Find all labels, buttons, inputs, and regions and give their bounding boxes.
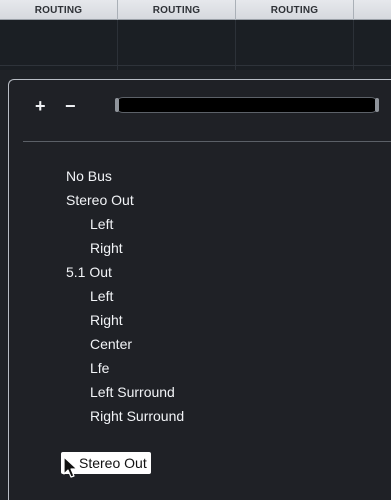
routing-column-header-4[interactable] [354, 0, 391, 20]
list-item-stereo-left[interactable]: Left [9, 212, 391, 236]
add-button[interactable]: + [35, 96, 46, 116]
remove-button[interactable]: − [65, 96, 76, 116]
grid-divider [0, 65, 391, 66]
routing-cell-2[interactable] [118, 20, 236, 70]
list-item-no-bus[interactable]: No Bus [9, 164, 391, 188]
drag-preview-label: Stereo Out [79, 455, 147, 471]
list-item-5-1-left[interactable]: Left [9, 284, 391, 308]
popup-divider [23, 141, 391, 142]
list-item-5-1-lfe[interactable]: Lfe [9, 356, 391, 380]
routing-grid [0, 20, 391, 70]
list-item-5-1-center[interactable]: Center [9, 332, 391, 356]
arrow-cursor-icon [63, 456, 78, 478]
routing-cell-1[interactable] [0, 20, 118, 70]
routing-cell-3[interactable] [236, 20, 354, 70]
routing-column-header-1[interactable]: ROUTING [0, 0, 118, 20]
routing-cell-4[interactable] [354, 20, 391, 70]
search-input[interactable] [115, 97, 379, 113]
list-item-5-1-right[interactable]: Right [9, 308, 391, 332]
routing-header-row: ROUTING ROUTING ROUTING [0, 0, 391, 20]
list-item-5-1-right-surround[interactable]: Right Surround [9, 404, 391, 428]
routing-column-header-2[interactable]: ROUTING [118, 0, 236, 20]
list-item-stereo-out[interactable]: Stereo Out [9, 188, 391, 212]
bus-selection-popup: + − No Bus Stereo Out Left Right 5.1 Out… [8, 79, 391, 500]
list-item-5-1-out[interactable]: 5.1 Out [9, 260, 391, 284]
routing-view: ROUTING ROUTING ROUTING + − No Bus Stere… [0, 0, 391, 500]
search-field-left-cap [115, 98, 119, 112]
list-item-5-1-left-surround[interactable]: Left Surround [9, 380, 391, 404]
routing-column-header-3[interactable]: ROUTING [236, 0, 354, 20]
list-item-stereo-right[interactable]: Right [9, 236, 391, 260]
popup-toolbar: + − [9, 80, 391, 141]
search-field-right-cap [375, 98, 379, 112]
bus-list: No Bus Stereo Out Left Right 5.1 Out Lef… [9, 164, 391, 428]
